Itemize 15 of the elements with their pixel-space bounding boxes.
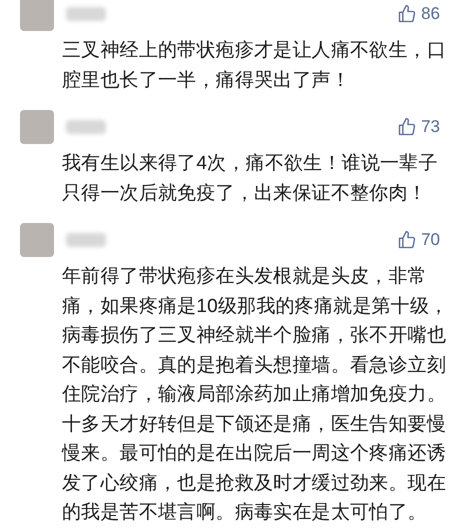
blurred-username	[66, 120, 106, 134]
like-count: 86	[421, 3, 440, 26]
comment-text: 三叉神经上的带状疱疹才是让人痛不欲生，口腔里也长了一半，痛得哭出了声！	[62, 39, 447, 92]
like-count: 73	[421, 116, 440, 138]
avatar-placeholder	[20, 110, 54, 144]
avatar-placeholder	[20, 223, 54, 257]
comment-text: 我有生以来得了4次，痛不欲生！谁说一辈子只得一次后就免疫了，出来保证不整你肉！	[62, 152, 439, 206]
comment-text: 年前得了带状疱疹在头发根就是头皮，非常痛，如果疼痛是10级那我的疼痛就是第十级，病毒损伤了三叉神经就半个脸痛，张不开嘴也不能咬合。真的是抱着头想撞墙。看急诊立刻住院治疗，输液局部涂药加止痛增加免疫力。十多天才好转但是下颌还是痛，医生告知要慢慢来。最可怕的是在出院后一周这个疼痛还诱发了心绞痛，也是抢救及时才缓过劲来。现在的我是苦不堪言啊。病毒实在是太可怕了。	[62, 265, 450, 525]
thumbs-up-icon	[397, 4, 418, 24]
thumbs-up-icon	[397, 117, 418, 137]
like-count: 70	[421, 229, 440, 252]
blurred-username	[66, 233, 106, 247]
thumbs-up-icon	[397, 230, 418, 250]
avatar-placeholder	[20, 0, 54, 31]
blurred-username	[66, 7, 106, 21]
